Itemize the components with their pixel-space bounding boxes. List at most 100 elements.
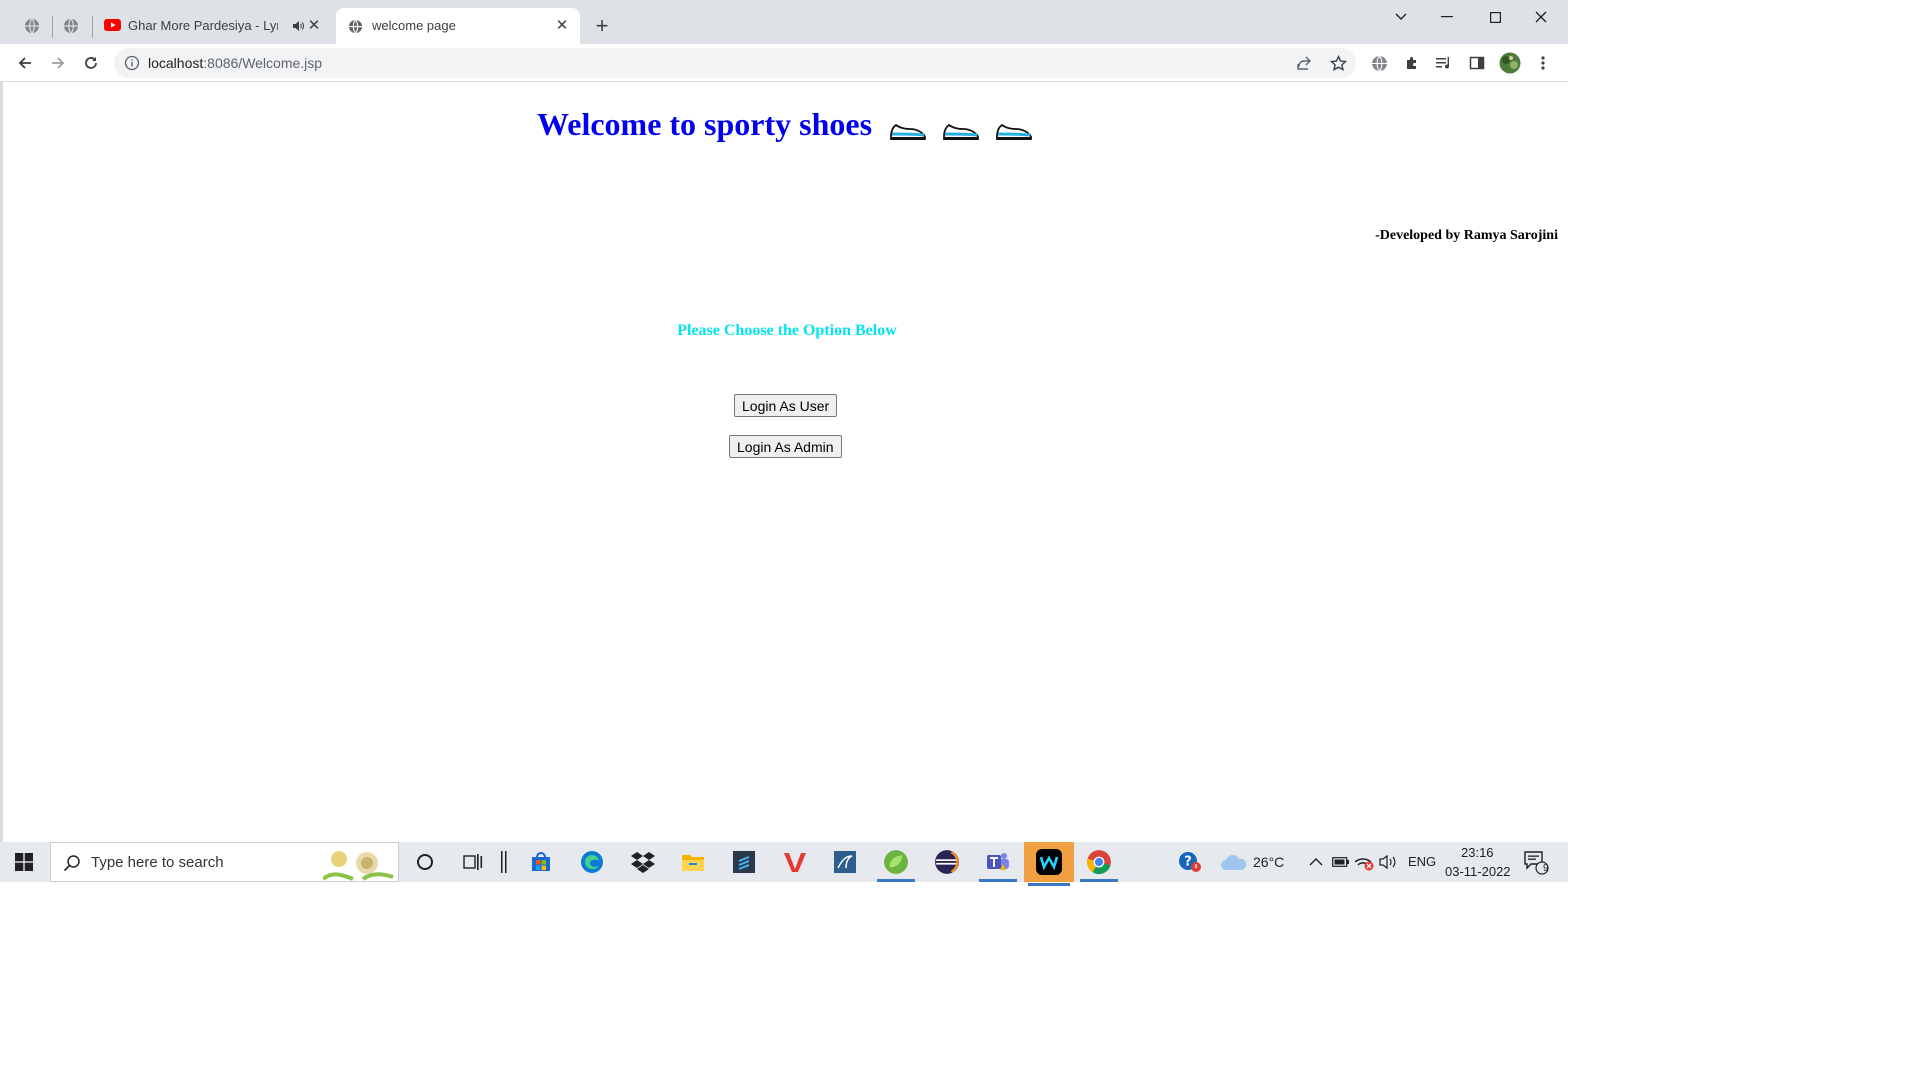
speaker-icon: [1379, 854, 1396, 870]
page-viewport: Welcome to sporty shoes -Developed by Ra…: [0, 82, 1568, 842]
menu-kebab-icon[interactable]: [1533, 53, 1553, 73]
webex-icon: [1036, 849, 1062, 875]
share-icon[interactable]: [1294, 53, 1314, 73]
taskbar-app-dropbox[interactable]: [620, 846, 666, 878]
login-as-admin-button[interactable]: Login As Admin: [729, 435, 842, 458]
choose-option-prompt: Please Choose the Option Below: [677, 322, 897, 339]
youtube-icon: [104, 19, 121, 31]
maximize-button[interactable]: [1472, 6, 1518, 28]
pinned-tab-2[interactable]: [53, 8, 89, 44]
pinned-tab-1[interactable]: [14, 8, 50, 44]
url-text: localhost:8086/Welcome.jsp: [148, 55, 322, 71]
profile-avatar[interactable]: [1498, 51, 1522, 75]
tab-search-button[interactable]: [1378, 6, 1424, 28]
volume-indicator[interactable]: [1377, 846, 1401, 878]
network-indicator[interactable]: [1352, 846, 1376, 878]
side-panel-icon[interactable]: [1467, 53, 1487, 73]
svg-text:?: ?: [1184, 855, 1192, 870]
taskbar-search-box[interactable]: Type here to search: [50, 842, 399, 882]
tab-title: Ghar More Pardesiya - Lyrical: [128, 18, 278, 33]
extensions-puzzle-icon[interactable]: [1402, 53, 1422, 73]
start-button[interactable]: [0, 842, 48, 882]
globe-icon: [64, 18, 78, 34]
clock-time[interactable]: 23:16: [1461, 845, 1494, 860]
page-headline: Welcome to sporty shoes: [537, 106, 873, 142]
minimize-icon: [1441, 16, 1453, 18]
back-button[interactable]: [12, 50, 38, 76]
reload-button[interactable]: [78, 50, 104, 76]
close-tab-icon[interactable]: ✕: [306, 18, 322, 34]
minimize-button[interactable]: [1424, 6, 1470, 28]
speaker-icon[interactable]: [292, 20, 304, 32]
taskbar-app-teams[interactable]: [975, 846, 1021, 882]
notification-count: 9: [1543, 863, 1549, 874]
close-window-button[interactable]: [1518, 6, 1564, 28]
info-icon[interactable]: [124, 55, 140, 71]
help-notification[interactable]: ?: [1172, 846, 1208, 878]
taskbar-app-eclipse[interactable]: [924, 846, 970, 878]
cortana-circle-icon: [417, 854, 433, 870]
taskbar-app-file-explorer[interactable]: [670, 846, 716, 878]
tab-title: welcome page: [372, 18, 456, 33]
dropbox-icon: [631, 852, 655, 873]
forward-button[interactable]: [45, 50, 71, 76]
windows-taskbar: Type here to search ? 26°C ENG 23:16 03-…: [0, 842, 1568, 886]
help-question-icon: ?: [1179, 852, 1201, 872]
weather-temperature[interactable]: 26°C: [1253, 854, 1284, 870]
shoe-icon: [890, 123, 926, 140]
bookmark-star-icon[interactable]: [1328, 53, 1348, 73]
login-as-user-button[interactable]: Login As User: [734, 394, 838, 417]
input-language[interactable]: ENG: [1408, 854, 1436, 869]
notification-center-button[interactable]: 9: [1518, 846, 1554, 878]
weather-widget[interactable]: [1216, 846, 1252, 878]
cloud-icon: [1221, 855, 1247, 870]
close-tab-icon[interactable]: ✕: [554, 18, 570, 34]
folder-icon: [682, 855, 704, 871]
cortana-button[interactable]: [402, 846, 448, 878]
taskbar-app-sublime[interactable]: [721, 846, 767, 878]
mysql-workbench-icon: [834, 851, 856, 873]
chrome-icon: [1087, 850, 1111, 875]
clock-date[interactable]: 03-11-2022: [1445, 864, 1511, 879]
media-control-icon[interactable]: [1434, 53, 1454, 73]
battery-icon: [1332, 857, 1349, 867]
shoe-icon: [996, 123, 1032, 140]
arrow-right-icon: [52, 57, 65, 69]
search-highlight-illustration-icon: [323, 851, 394, 881]
globe-icon: [25, 18, 39, 34]
translate-globe-icon[interactable]: [1369, 53, 1389, 73]
tab-welcome[interactable]: welcome page ✕: [336, 8, 580, 44]
taskbar-app-edge[interactable]: [569, 846, 615, 878]
tab-strip: Ghar More Pardesiya - Lyrical ✕ welcome …: [0, 0, 1568, 44]
edge-browser-icon: [581, 851, 603, 873]
microsoft-store-icon: [532, 852, 550, 871]
divider-lines-icon: [501, 851, 507, 873]
show-hidden-icons-button[interactable]: [1304, 846, 1328, 878]
chevron-down-icon: [1395, 13, 1407, 20]
maximize-icon: [1489, 11, 1501, 23]
spring-leaf-icon: [884, 850, 908, 874]
close-icon: [1535, 11, 1547, 23]
taskbar-app-wps[interactable]: [772, 846, 818, 878]
network-disconnected-icon: [1354, 858, 1374, 871]
task-view-icon: [463, 854, 483, 870]
taskbar-app-store[interactable]: [518, 846, 564, 878]
taskbar-app-mysql-workbench[interactable]: [822, 846, 868, 878]
teams-icon: [987, 853, 1009, 870]
sublime-text-icon: [733, 851, 755, 873]
globe-icon: [348, 19, 363, 34]
battery-indicator[interactable]: [1329, 846, 1353, 878]
windows-logo-icon: [15, 853, 33, 871]
shoe-emoji-row: [889, 120, 1033, 142]
url-path: :8086/Welcome.jsp: [203, 55, 323, 71]
tab-youtube[interactable]: Ghar More Pardesiya - Lyrical ✕: [96, 8, 332, 44]
new-tab-button[interactable]: +: [590, 14, 614, 38]
taskbar-app-webex[interactable]: [1024, 842, 1074, 886]
reload-icon: [85, 57, 97, 69]
taskbar-app-spring-tools[interactable]: [873, 846, 919, 882]
shoe-icon: [943, 123, 979, 140]
url-host: localhost: [148, 55, 204, 71]
address-bar[interactable]: localhost:8086/Welcome.jsp: [114, 48, 1356, 78]
taskbar-app-chrome[interactable]: [1076, 846, 1122, 882]
developer-credit: -Developed by Ramya Sarojini: [1375, 228, 1558, 243]
